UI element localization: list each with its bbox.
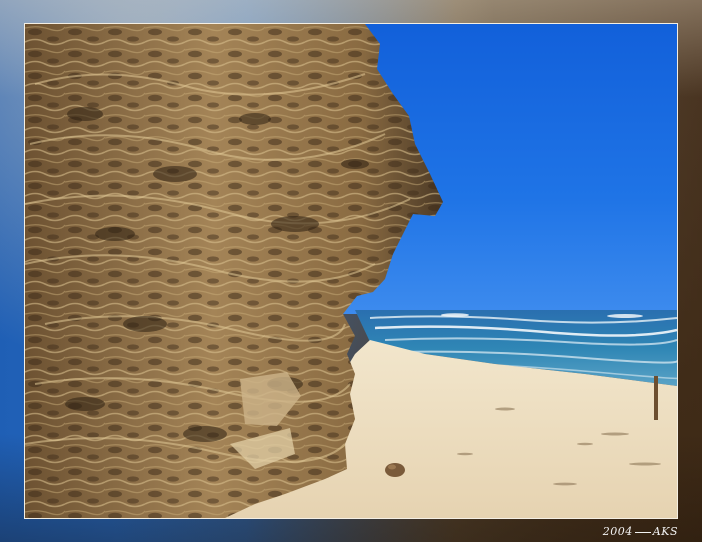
wooden-post	[654, 376, 658, 420]
pebble	[385, 463, 405, 477]
signature-year: 2004	[602, 525, 633, 538]
signature-dash	[634, 531, 651, 533]
signature-initials: AKS	[652, 525, 678, 538]
beach-cliff-photo	[24, 23, 678, 519]
photo-frame: 2004 AKS	[0, 0, 702, 542]
photo-artwork	[25, 24, 677, 518]
photographer-signature: 2004 AKS	[603, 525, 678, 538]
